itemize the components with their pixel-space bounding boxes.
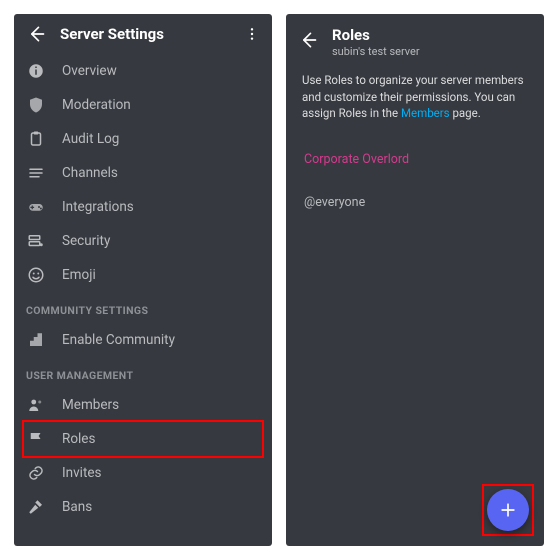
emoji-icon xyxy=(26,265,46,285)
roles-screen: Roles subin's test server Use Roles to o… xyxy=(286,14,544,546)
roles-body: Use Roles to organize your server member… xyxy=(286,68,544,224)
menu-label: Overview xyxy=(62,63,260,79)
plus-icon xyxy=(498,500,518,520)
menu-item-overview[interactable]: Overview xyxy=(26,54,260,88)
info-icon xyxy=(26,61,46,81)
clipboard-icon xyxy=(26,129,46,149)
server-settings-header: Server Settings xyxy=(14,14,272,54)
menu-item-roles[interactable]: Roles xyxy=(26,422,260,456)
highlight-add-role xyxy=(482,484,534,536)
menu-item-audit-log[interactable]: Audit Log xyxy=(26,122,260,156)
roles-description: Use Roles to organize your server member… xyxy=(302,72,528,122)
menu-item-invites[interactable]: Invites xyxy=(26,456,260,490)
menu-label: Security xyxy=(62,233,260,249)
more-vertical-icon[interactable] xyxy=(244,26,260,42)
menu-item-enable-community[interactable]: Enable Community xyxy=(26,323,260,357)
shield-icon xyxy=(26,95,46,115)
server-lock-icon xyxy=(26,231,46,251)
back-arrow-icon[interactable] xyxy=(298,30,318,50)
menu-label: Invites xyxy=(62,465,260,481)
list-icon xyxy=(26,163,46,183)
section-user-management: USER MANAGEMENT xyxy=(26,369,260,382)
roles-desc-post: page. xyxy=(450,106,481,120)
menu-label: Integrations xyxy=(62,199,260,215)
menu-label: Enable Community xyxy=(62,332,260,348)
menu-label: Moderation xyxy=(62,97,260,113)
members-icon xyxy=(26,395,46,415)
gamepad-icon xyxy=(26,197,46,217)
menu-label: Audit Log xyxy=(62,131,260,147)
menu-label: Channels xyxy=(62,165,260,181)
roles-header: Roles subin's test server xyxy=(286,14,544,68)
menu-item-integrations[interactable]: Integrations xyxy=(26,190,260,224)
highlight-roles: Roles xyxy=(22,420,264,458)
server-settings-title: Server Settings xyxy=(60,25,164,43)
hammer-icon xyxy=(26,497,46,517)
add-role-button[interactable] xyxy=(487,489,529,531)
roles-subtitle: subin's test server xyxy=(332,45,420,58)
menu-label: Roles xyxy=(62,431,260,447)
roles-title: Roles xyxy=(332,26,420,44)
link-icon xyxy=(26,463,46,483)
role-row-corporate-overlord[interactable]: Corporate Overlord xyxy=(302,138,528,181)
back-arrow-icon[interactable] xyxy=(26,24,46,44)
menu-item-security[interactable]: Security xyxy=(26,224,260,258)
menu-item-emoji[interactable]: Emoji xyxy=(26,258,260,292)
settings-menu: Overview Moderation Audit Log Channels I xyxy=(14,54,272,546)
menu-item-channels[interactable]: Channels xyxy=(26,156,260,190)
menu-label: Bans xyxy=(62,499,260,515)
menu-label: Emoji xyxy=(62,267,260,283)
server-settings-screen: Server Settings Overview Moderation Audi… xyxy=(14,14,272,546)
menu-label: Members xyxy=(62,397,260,413)
flag-icon xyxy=(26,429,46,449)
community-icon xyxy=(26,330,46,350)
menu-item-moderation[interactable]: Moderation xyxy=(26,88,260,122)
menu-item-bans[interactable]: Bans xyxy=(26,490,260,524)
role-row-everyone[interactable]: @everyone xyxy=(302,181,528,224)
members-link[interactable]: Members xyxy=(401,106,450,120)
menu-item-members[interactable]: Members xyxy=(26,388,260,422)
section-community-settings: COMMUNITY SETTINGS xyxy=(26,304,260,317)
